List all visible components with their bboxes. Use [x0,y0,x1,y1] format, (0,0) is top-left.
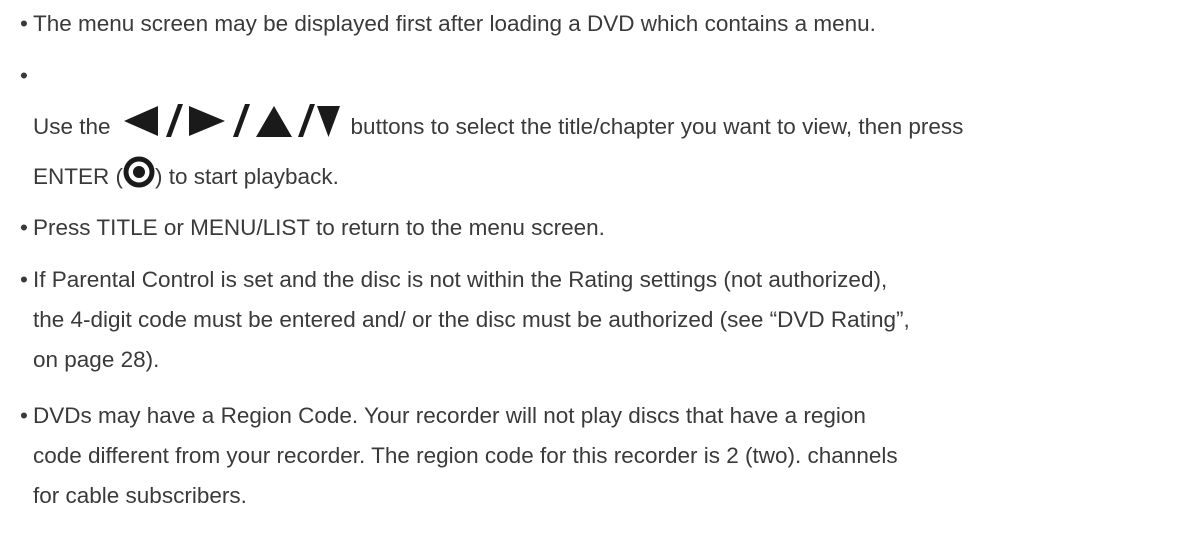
list-item-text: Press TITLE or MENU/LIST to return to th… [33,215,605,240]
list-item: • Use the buttons to select the title/ch… [20,56,1170,196]
list-item-line: code different from your recorder. The r… [33,443,898,468]
bullet: • [20,11,28,36]
list-item-line: ENTER ( ) to start playback. [33,156,339,197]
bullet: • [20,403,28,428]
list-item-line: for cable subscribers. [33,483,247,508]
list-item-line: Use the buttons to select the title/chap… [33,104,963,147]
list-item-text: If Parental Control is set and the disc … [33,260,910,380]
list-item-line: on page 28). [33,347,160,372]
bullet: • [20,267,28,292]
enter-button-icon [123,156,155,188]
list-item-line: If Parental Control is set and the disc … [33,267,888,292]
list-item-text: DVDs may have a Region Code. Your record… [33,396,898,516]
list-item-line: the 4-digit code must be entered and/ or… [33,307,910,332]
list-item-text: Use the [33,114,111,139]
list-item-text: The menu screen may be displayed first a… [33,11,876,36]
left-right-up-down-arrow-buttons-icon [121,104,341,140]
list-item-text: buttons to select the title/chapter you … [350,114,964,139]
list-item-text: ) to start playback. [155,164,339,189]
bullet: • [20,215,28,240]
list-item-text: ENTER ( [33,164,123,189]
instruction-page: • The menu screen may be displayed first… [0,0,1181,546]
bullet: • [20,63,28,88]
list-item-line: DVDs may have a Region Code. Your record… [33,403,866,428]
